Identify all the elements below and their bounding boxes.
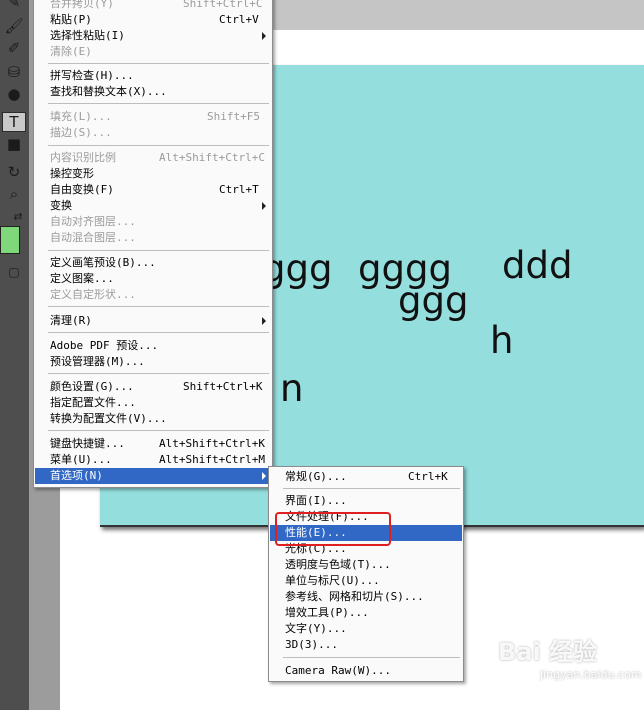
swap-colors-icon[interactable]: ⇄ <box>6 206 30 226</box>
menu-item-convert-profile[interactable]: 转换为配置文件(V)... <box>35 411 271 427</box>
menu-item-guides-grid[interactable]: 参考线、网格和切片(S)... <box>270 589 462 605</box>
menu-item-transparency[interactable]: 透明度与色域(T)... <box>270 557 462 573</box>
canvas-text[interactable]: ddd <box>502 247 572 284</box>
menu-item-merge-copy[interactable]: 合并拷贝(Y) Shift+Ctrl+C <box>35 0 271 12</box>
canvas-text[interactable]: ggg <box>398 282 468 319</box>
brush-icon[interactable]: ✎ <box>2 0 26 12</box>
annotation-highlight <box>275 512 391 546</box>
watermark-url: jingyan.baidu.com <box>540 668 642 681</box>
dodge-icon[interactable]: ● <box>2 84 26 104</box>
menu-item-menus[interactable]: 菜单(U)... Alt+Shift+Ctrl+M <box>35 452 271 468</box>
foreground-color-swatch[interactable] <box>0 226 20 254</box>
menu-item-find-replace[interactable]: 查找和替换文本(X)... <box>35 84 271 100</box>
canvas-text[interactable]: h <box>490 322 513 359</box>
menu-item-camera-raw[interactable]: Camera Raw(W)... <box>270 663 462 679</box>
menu-separator <box>283 657 460 658</box>
menu-item-define-shape[interactable]: 定义自定形状... <box>35 287 271 303</box>
menu-item-paste[interactable]: 粘贴(P) Ctrl+V <box>35 12 271 28</box>
rectangle-icon[interactable]: ■ <box>2 134 26 154</box>
quick-mask-icon[interactable]: ▢ <box>2 262 26 282</box>
tools-panel: ✎ 🖌 ✐ ⛁ ● T ■ ↻ ⌕ ⇄ ▢ <box>0 0 29 710</box>
menu-separator <box>48 373 269 374</box>
menu-item-puppet-warp[interactable]: 操控变形 <box>35 166 271 182</box>
menu-item-color-settings[interactable]: 颜色设置(G)... Shift+Ctrl+K <box>35 379 271 395</box>
menu-item-define-pattern[interactable]: 定义图案... <box>35 271 271 287</box>
menu-item-spell-check[interactable]: 拼写检查(H)... <box>35 68 271 84</box>
menu-item-pdf-presets[interactable]: Adobe PDF 预设... <box>35 338 271 354</box>
menu-item-auto-align[interactable]: 自动对齐图层... <box>35 214 271 230</box>
submenu-arrow-icon <box>262 472 266 480</box>
zoom-icon[interactable]: ⌕ <box>2 184 26 204</box>
menu-item-paste-special[interactable]: 选择性粘贴(I) <box>35 28 271 44</box>
menu-item-fill[interactable]: 填充(L)... Shift+F5 <box>35 109 271 125</box>
menu-separator <box>48 430 269 431</box>
submenu-arrow-icon <box>262 317 266 325</box>
menu-item-keyboard-shortcuts[interactable]: 键盘快捷键... Alt+Shift+Ctrl+K <box>35 436 271 452</box>
submenu-arrow-icon <box>262 32 266 40</box>
edit-menu: 合并拷贝(Y) Shift+Ctrl+C 粘贴(P) Ctrl+V 选择性粘贴(I)… <box>33 0 273 488</box>
menu-item-preset-manager[interactable]: 预设管理器(M)... <box>35 354 271 370</box>
watermark-logo: Bai 经验 <box>498 638 598 666</box>
mixer-brush-icon[interactable]: ✐ <box>2 38 26 58</box>
menu-item-general[interactable]: 常规(G)... Ctrl+K <box>270 469 462 485</box>
menu-separator <box>283 488 460 489</box>
menu-separator <box>48 250 269 251</box>
menu-item-stroke[interactable]: 描边(S)... <box>35 125 271 141</box>
menu-item-interface[interactable]: 界面(I)... <box>270 493 462 509</box>
menu-item-transform[interactable]: 变换 <box>35 198 271 214</box>
menu-separator <box>48 145 269 146</box>
menu-item-3d[interactable]: 3D(3)... <box>270 637 462 653</box>
menu-item-content-aware-scale[interactable]: 内容识别比例 Alt+Shift+Ctrl+C <box>35 150 271 166</box>
menu-item-units-rulers[interactable]: 单位与标尺(U)... <box>270 573 462 589</box>
preferences-submenu: 常规(G)... Ctrl+K 界面(I)... 文件处理(F)... 性能(E)… <box>268 466 464 682</box>
menu-item-free-transform[interactable]: 自由变换(F) Ctrl+T <box>35 182 271 198</box>
menu-item-assign-profile[interactable]: 指定配置文件... <box>35 395 271 411</box>
menu-separator <box>48 332 269 333</box>
menu-item-plugins[interactable]: 增效工具(P)... <box>270 605 462 621</box>
brush-icon[interactable]: 🖌 <box>2 16 26 36</box>
menu-item-define-brush[interactable]: 定义画笔预设(B)... <box>35 255 271 271</box>
menu-item-clear[interactable]: 清除(E) <box>35 44 271 60</box>
canvas-text[interactable]: n <box>280 370 303 407</box>
menu-separator <box>48 306 269 307</box>
menu-separator <box>48 63 269 64</box>
menu-item-auto-blend[interactable]: 自动混合图层... <box>35 230 271 246</box>
path-select-icon[interactable]: ↻ <box>2 162 26 182</box>
type-icon[interactable]: T <box>2 112 26 132</box>
menu-item-type[interactable]: 文字(Y)... <box>270 621 462 637</box>
menu-item-purge[interactable]: 清理(R) <box>35 313 271 329</box>
paint-bucket-icon[interactable]: ⛁ <box>2 62 26 82</box>
menu-item-preferences[interactable]: 首选项(N) <box>35 468 271 484</box>
menu-separator <box>48 103 269 104</box>
submenu-arrow-icon <box>262 202 266 210</box>
